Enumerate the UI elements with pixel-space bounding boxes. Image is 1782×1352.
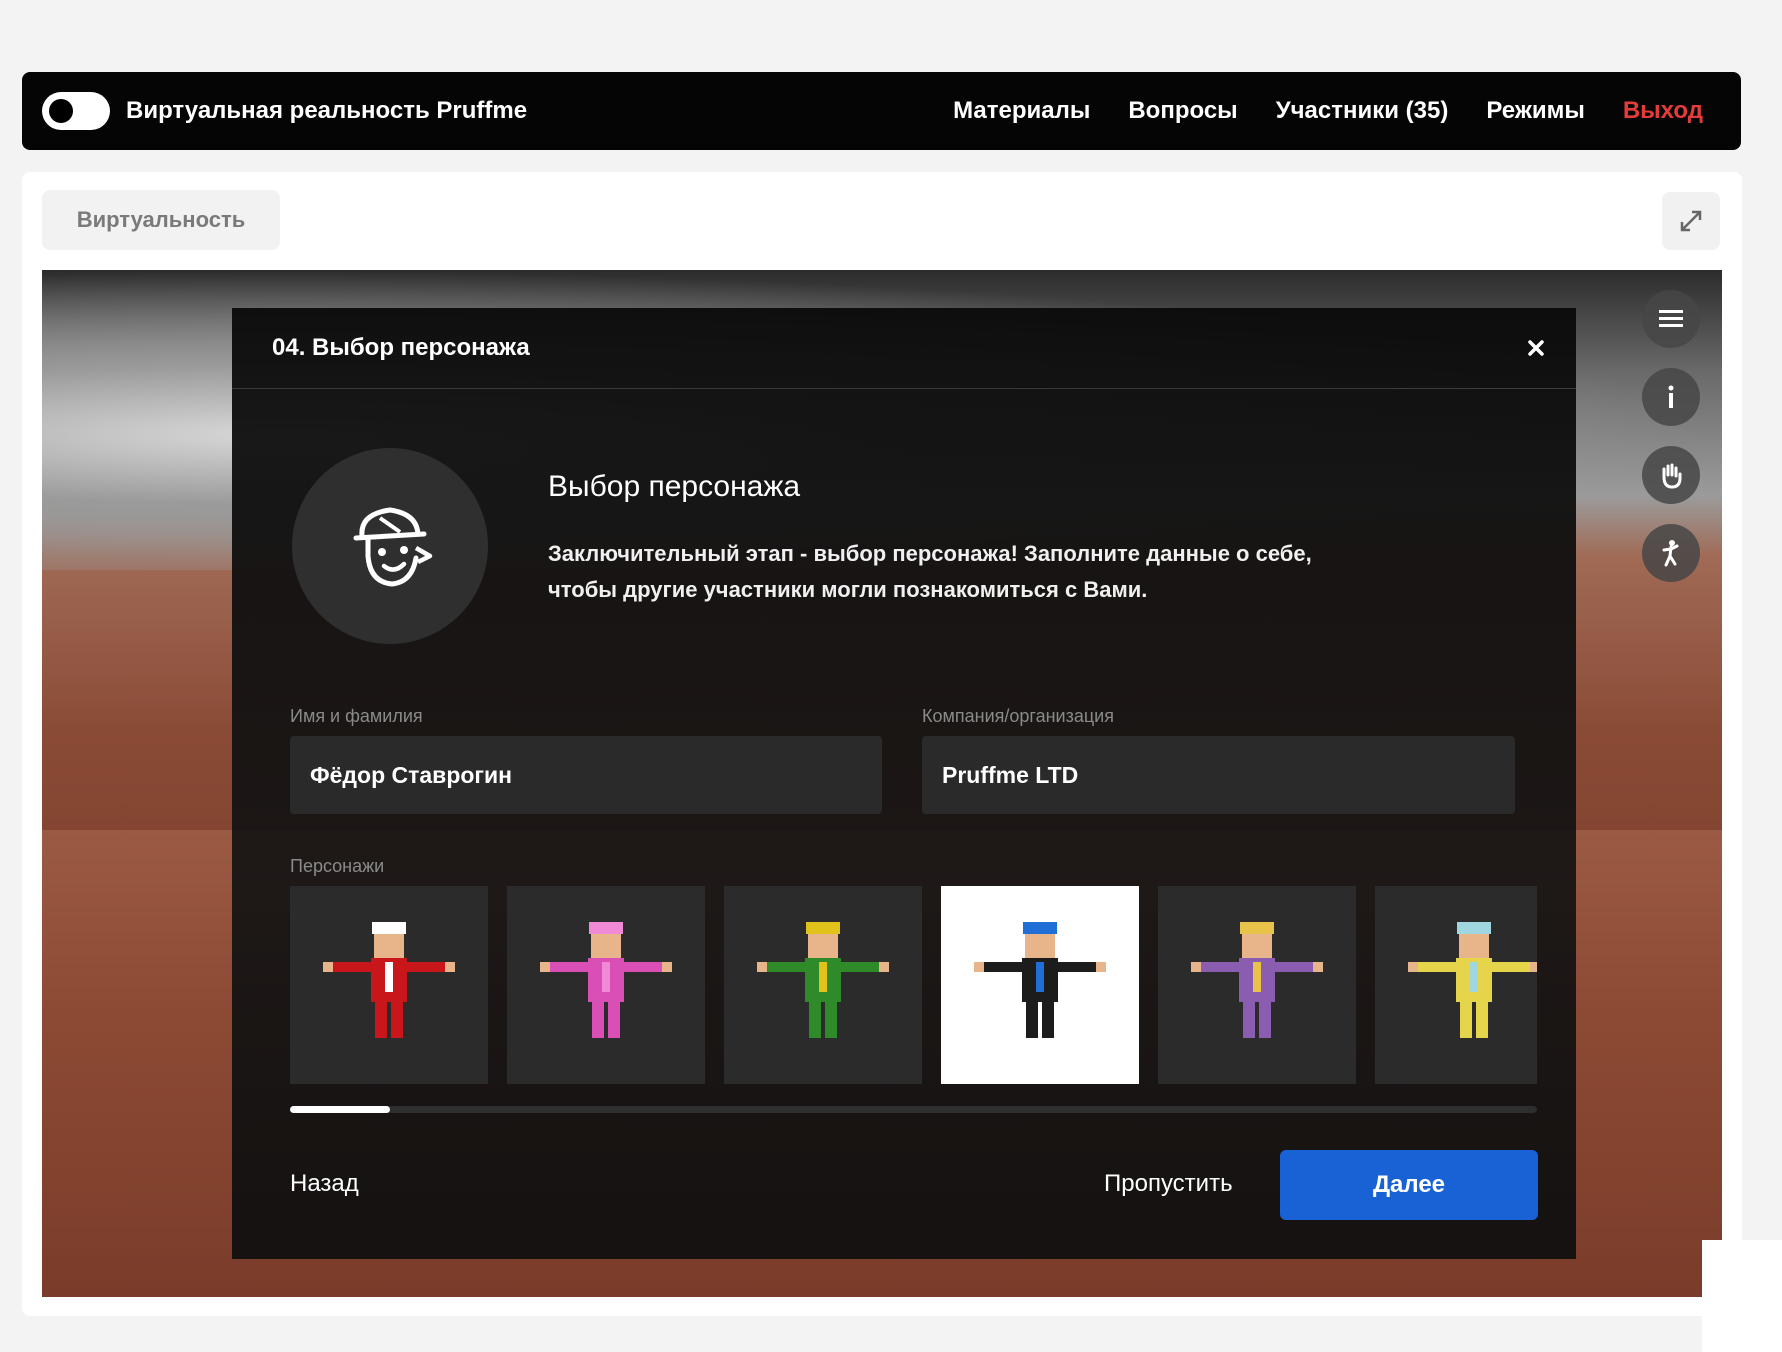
nav-modes[interactable]: Режимы [1486, 97, 1584, 125]
vr-scene[interactable]: 04. Выбор персонажа Выбор персонажа Закл… [42, 270, 1722, 1297]
tab-virtuality[interactable]: Виртуальность [42, 190, 280, 250]
back-button[interactable]: Назад [290, 1170, 359, 1198]
modal-title: 04. Выбор персонажа [272, 334, 530, 361]
avatar-badge [292, 448, 488, 644]
character-figure-kid-yellow [1408, 922, 1537, 1038]
name-label: Имя и фамилия [290, 706, 423, 726]
nav-participants[interactable]: Участники (35) [1276, 97, 1449, 125]
intro-description: Заключительный этап - выбор персонажа! З… [548, 536, 1448, 608]
raise-hand-button[interactable] [1642, 446, 1700, 504]
character-card-elf[interactable] [724, 886, 922, 1084]
character-modal: 04. Выбор персонажа Выбор персонажа Закл… [232, 308, 1576, 1259]
avatar-pose-icon [1662, 540, 1679, 567]
side-toolbar [1642, 290, 1702, 582]
character-figure-santa [323, 922, 455, 1038]
menu-icon [1659, 310, 1683, 327]
intro-line-2: чтобы другие участники могли познакомить… [548, 577, 1148, 602]
mode-toggle[interactable] [42, 92, 110, 130]
character-figure-businessman [974, 922, 1106, 1038]
character-figure-elf [757, 922, 889, 1038]
nav-materials[interactable]: Материалы [953, 97, 1090, 125]
next-button[interactable]: Далее [1280, 1150, 1538, 1220]
character-figure-girl-purple [1191, 922, 1323, 1038]
characters-label: Персонажи [290, 856, 385, 876]
carousel-scroll-thumb[interactable] [290, 1106, 390, 1113]
top-nav: Материалы Вопросы Участники (35) Режимы … [953, 72, 1703, 150]
skip-button[interactable]: Пропустить [1104, 1170, 1233, 1198]
info-icon [1668, 385, 1674, 408]
character-card-santa[interactable] [290, 886, 488, 1084]
expand-button[interactable] [1662, 192, 1720, 250]
info-button[interactable] [1642, 368, 1700, 426]
company-field[interactable]: Pruffme LTD [922, 736, 1515, 814]
modal-header: 04. Выбор персонажа [232, 308, 1576, 389]
character-card-bunny[interactable] [507, 886, 705, 1084]
nav-questions[interactable]: Вопросы [1128, 97, 1237, 125]
character-figure-bunny [540, 922, 672, 1038]
nav-exit[interactable]: Выход [1623, 97, 1703, 125]
name-field[interactable]: Фёдор Ставрогин [290, 736, 882, 814]
company-label: Компания/организация [922, 706, 1114, 726]
intro-line-1: Заключительный этап - выбор персонажа! З… [548, 541, 1312, 566]
main-panel: Виртуальность 04. Выбор персонажа Выбор … [22, 172, 1742, 1316]
pose-button[interactable] [1642, 524, 1700, 582]
expand-icon [1680, 210, 1702, 232]
character-face-icon [353, 507, 433, 587]
character-card-kid-yellow[interactable] [1375, 886, 1537, 1084]
menu-button[interactable] [1642, 290, 1700, 348]
characters-carousel[interactable] [290, 886, 1537, 1084]
top-bar: Виртуальная реальность Pruffme Материалы… [22, 72, 1741, 150]
carousel-scrollbar[interactable] [290, 1106, 1537, 1113]
corner-overlay [1702, 1240, 1782, 1352]
character-card-girl-purple[interactable] [1158, 886, 1356, 1084]
app-title: Виртуальная реальность Pruffme [126, 97, 528, 124]
character-card-businessman[interactable] [941, 886, 1139, 1084]
hand-icon [1662, 463, 1682, 489]
close-icon [1528, 340, 1544, 356]
intro-heading: Выбор персонажа [548, 470, 801, 503]
close-button[interactable] [1518, 330, 1554, 366]
toggle-knob [49, 99, 73, 123]
